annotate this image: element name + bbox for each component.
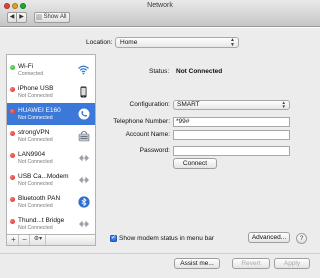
location-row: Location: Home ▲ ▼	[0, 37, 320, 49]
service-name: HUAWEI E160	[18, 107, 61, 114]
configuration-value: SMART	[177, 101, 200, 108]
wifi-icon	[77, 63, 90, 76]
service-status: Not Connected	[18, 181, 53, 187]
service-item-bluetooth-pan[interactable]: Bluetooth PAN Not Connected	[7, 191, 95, 213]
revert-button[interactable]: Revert	[232, 258, 270, 269]
service-status: Not Connected	[18, 115, 53, 121]
account-name-label: Account Name:	[125, 131, 170, 138]
service-status: Not Connected	[18, 159, 53, 165]
add-service-button[interactable]: +	[9, 235, 19, 245]
bluetooth-icon	[77, 195, 90, 208]
service-name: strongVPN	[18, 129, 50, 136]
service-name: Thund...t Bridge	[18, 217, 65, 224]
remove-service-button[interactable]: −	[20, 235, 30, 245]
telephone-number-field[interactable]: *99#	[173, 117, 290, 127]
service-list: Wi-Fi Connected iPhone USB Not Connected…	[6, 54, 96, 246]
phone-icon	[77, 107, 90, 120]
service-status: Not Connected	[18, 137, 53, 143]
service-item-usb-modem[interactable]: USB Ca...Modem Not Connected	[7, 169, 95, 191]
status-dot-red-icon	[10, 153, 15, 158]
service-status: Not Connected	[18, 93, 53, 99]
show-modem-status-checkbox[interactable]: ✓	[110, 235, 117, 242]
account-name-field[interactable]	[173, 130, 290, 140]
service-name: Wi-Fi	[18, 63, 34, 70]
telephone-number-label: Telephone Number:	[113, 118, 170, 125]
title-bar: Network ◀ ▶ Show All	[0, 0, 320, 27]
location-value: Home	[120, 39, 138, 46]
window-title: Network	[147, 2, 173, 9]
select-arrows-icon: ▲ ▼	[230, 37, 235, 48]
location-select[interactable]: Home ▲ ▼	[115, 37, 239, 48]
service-item-thunderbolt-bridge[interactable]: Thund...t Bridge Not Connected	[7, 213, 95, 235]
help-button[interactable]: ?	[296, 233, 307, 244]
status-value: Not Connected	[176, 68, 223, 75]
location-label: Location:	[86, 39, 113, 46]
service-name: USB Ca...Modem	[18, 173, 69, 180]
configuration-label: Configuration:	[129, 101, 170, 108]
password-label: Password:	[139, 147, 170, 154]
status-dot-red-icon	[10, 109, 15, 114]
ethernet-arrows-icon	[77, 217, 90, 230]
service-status: Connected	[18, 71, 44, 77]
vpn-lock-icon	[77, 129, 90, 142]
service-item-iphone-usb[interactable]: iPhone USB Not Connected	[7, 81, 95, 103]
advanced-button[interactable]: Advanced...	[248, 232, 290, 243]
service-item-lan9904[interactable]: LAN9904 Not Connected	[7, 147, 95, 169]
iphone-icon	[77, 85, 90, 98]
service-name: Bluetooth PAN	[18, 195, 61, 202]
divider	[0, 253, 320, 254]
service-name: iPhone USB	[18, 85, 54, 92]
ethernet-arrows-icon	[77, 151, 90, 164]
status-dot-red-icon	[10, 175, 15, 180]
configuration-select[interactable]: SMART ▲ ▼	[173, 100, 290, 110]
status-dot-red-icon	[10, 197, 15, 202]
status-dot-red-icon	[10, 87, 15, 92]
ethernet-arrows-icon	[77, 173, 90, 186]
forward-button[interactable]: ▶	[17, 12, 27, 23]
service-actions-gear-button[interactable]: ⚙▾	[31, 235, 46, 245]
service-item-wifi[interactable]: Wi-Fi Connected	[7, 59, 95, 81]
status-dot-green-icon	[10, 65, 15, 70]
status-dot-red-icon	[10, 131, 15, 136]
service-item-huawei-e160[interactable]: HUAWEI E160 Not Connected	[7, 103, 95, 125]
connect-button[interactable]: Connect	[173, 158, 217, 169]
show-modem-status-label: Show modem status in menu bar	[119, 235, 215, 242]
select-arrows-icon: ▲ ▼	[281, 100, 286, 109]
grid-icon	[36, 14, 42, 20]
service-status: Not Connected	[18, 203, 53, 209]
status-dot-red-icon	[10, 219, 15, 224]
service-item-strongvpn[interactable]: strongVPN Not Connected	[7, 125, 95, 147]
service-list-toolbar: + − ⚙▾	[6, 234, 96, 246]
back-button[interactable]: ◀	[7, 12, 17, 23]
service-name: LAN9904	[18, 151, 46, 158]
assist-me-button[interactable]: Assist me...	[174, 258, 220, 269]
apply-button[interactable]: Apply	[274, 258, 310, 269]
password-field[interactable]	[173, 146, 290, 156]
service-status: Not Connected	[18, 225, 53, 231]
status-label: Status:	[149, 68, 170, 75]
